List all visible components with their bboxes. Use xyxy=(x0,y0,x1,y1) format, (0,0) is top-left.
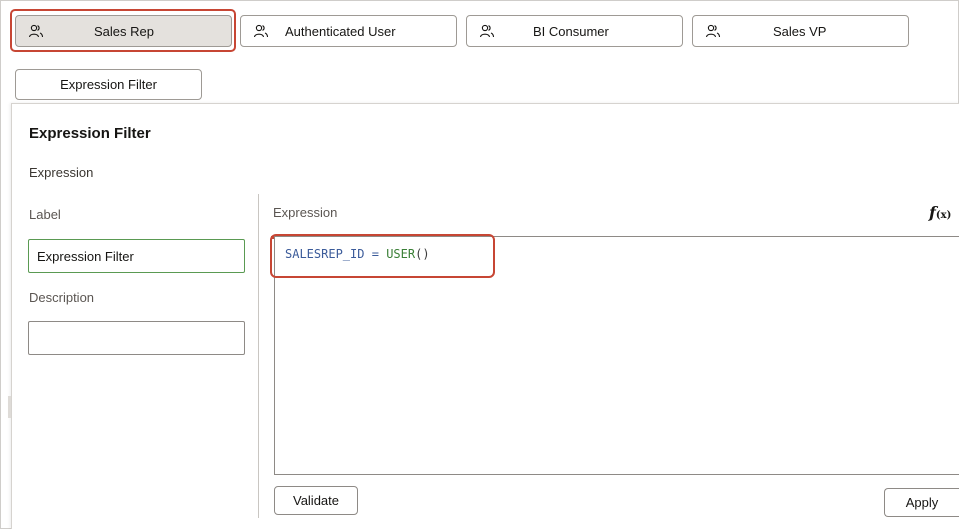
panel-subtitle: Expression xyxy=(29,165,94,180)
description-caption: Description xyxy=(29,290,95,305)
user-group-icon xyxy=(705,24,721,38)
fx-suffix: (x) xyxy=(935,210,952,221)
label-field[interactable] xyxy=(28,239,245,273)
label-caption: Label xyxy=(29,207,61,222)
highlight-callout-expression xyxy=(270,234,495,278)
fx-glyph: f xyxy=(929,203,936,222)
highlight-callout-role xyxy=(10,9,236,52)
user-group-icon xyxy=(479,24,495,38)
role-tab-authenticated-user[interactable]: Authenticated User xyxy=(240,15,457,47)
role-tab-label: Sales VP xyxy=(773,24,827,39)
role-tab-label: BI Consumer xyxy=(533,24,609,39)
resize-grip[interactable] xyxy=(8,396,11,418)
description-field[interactable] xyxy=(28,321,245,355)
role-tab-sales-vp[interactable]: Sales VP xyxy=(692,15,909,47)
apply-button[interactable]: Apply xyxy=(884,488,959,517)
role-tab-label: Authenticated User xyxy=(285,24,396,39)
panel-title: Expression Filter xyxy=(29,125,151,142)
function-fx-icon[interactable]: f(x) xyxy=(929,203,951,222)
user-group-icon xyxy=(253,24,269,38)
tab-expression-filter[interactable]: Expression Filter xyxy=(15,69,202,100)
column-divider xyxy=(258,194,259,518)
role-tab-bi-consumer[interactable]: BI Consumer xyxy=(466,15,683,47)
validate-button[interactable]: Validate xyxy=(274,486,358,515)
expression-caption: Expression xyxy=(273,205,338,220)
